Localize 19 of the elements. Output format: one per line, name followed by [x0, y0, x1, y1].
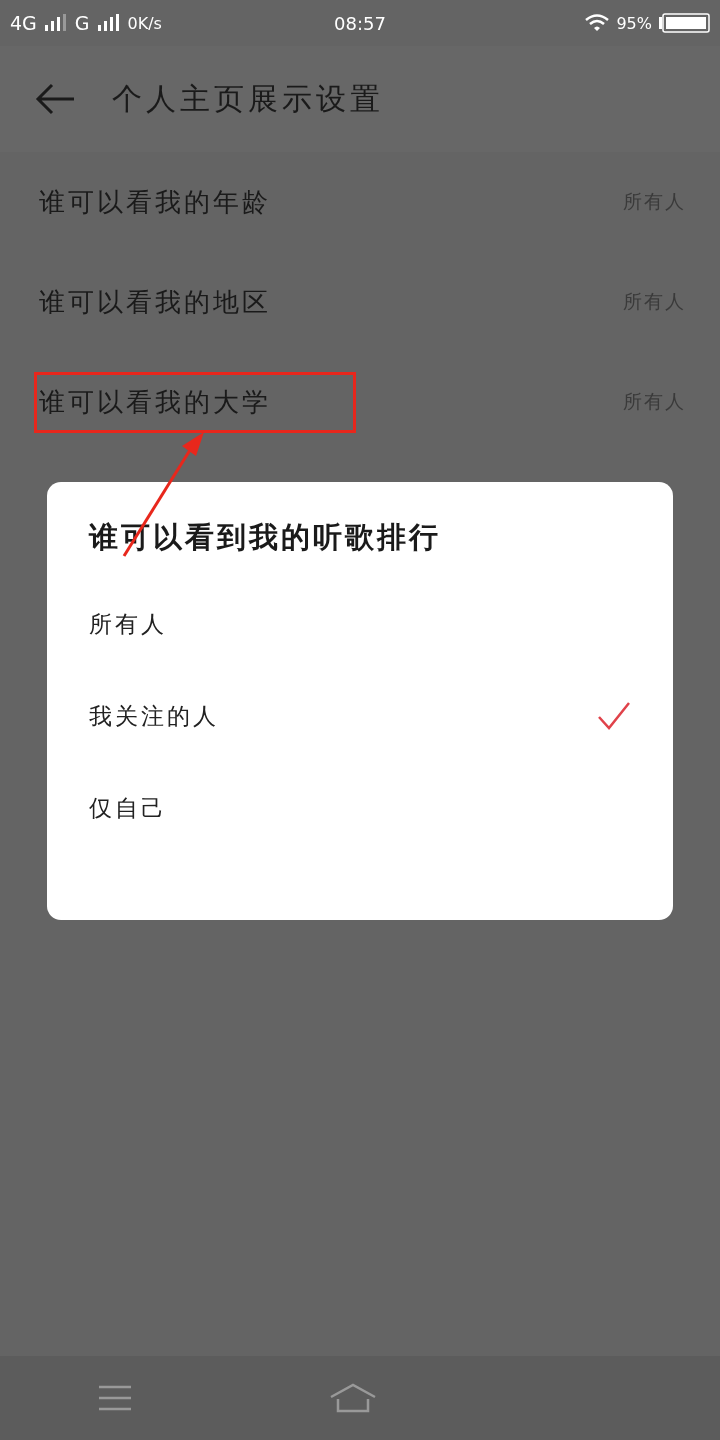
back-button[interactable] [34, 82, 76, 116]
battery-icon [658, 13, 710, 33]
row-label: 谁可以看我的年龄 [38, 185, 272, 219]
signal-icon [44, 14, 67, 32]
home-button[interactable] [329, 1383, 377, 1413]
row-label: 谁可以看我的大学 [34, 371, 356, 433]
clock: 08:57 [334, 12, 386, 34]
signal-icon [97, 14, 120, 32]
battery-percent: 95% [616, 13, 652, 33]
option-item[interactable]: 所有人 [89, 578, 631, 670]
network-label: 4G [10, 12, 37, 34]
row-label: 谁可以看我的地区 [38, 285, 272, 319]
option-item[interactable]: 我关注的人 [89, 670, 631, 762]
page-title: 个人主页展示设置 [112, 79, 384, 118]
menu-button[interactable] [98, 1385, 133, 1411]
network-speed: 0K/s [127, 13, 162, 33]
option-item[interactable]: 仅自己 [89, 762, 631, 854]
network-label: G [74, 12, 90, 34]
wifi-icon [584, 13, 611, 33]
